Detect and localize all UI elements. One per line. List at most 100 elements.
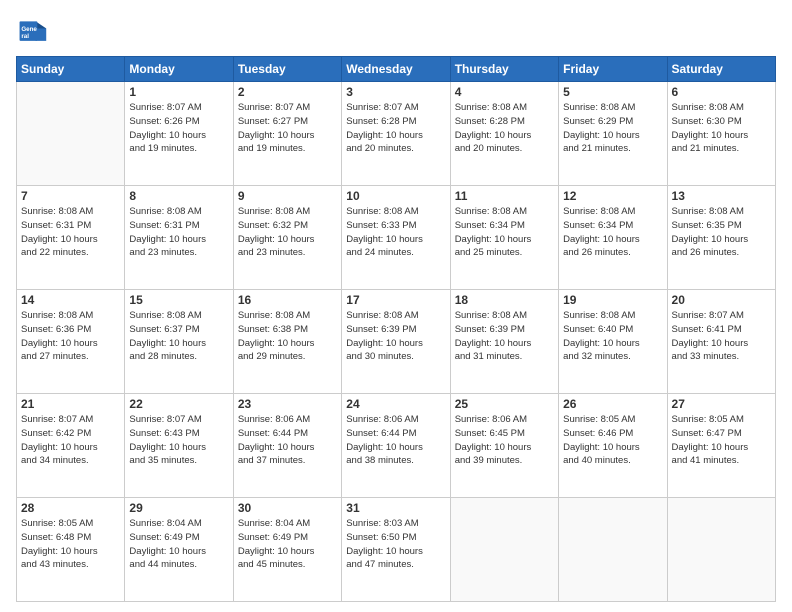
day-number: 26 <box>563 397 662 411</box>
day-number: 4 <box>455 85 554 99</box>
calendar-cell: 2 Sunrise: 8:07 AMSunset: 6:27 PMDaylight… <box>233 82 341 186</box>
day-info: Sunrise: 8:04 AMSunset: 6:49 PMDaylight:… <box>238 517 337 572</box>
day-info: Sunrise: 8:08 AMSunset: 6:34 PMDaylight:… <box>563 205 662 260</box>
calendar-cell: 21Sunrise: 8:07 AMSunset: 6:42 PMDayligh… <box>17 394 125 498</box>
day-info: Sunrise: 8:08 AMSunset: 6:36 PMDaylight:… <box>21 309 120 364</box>
day-info: Sunrise: 8:07 AMSunset: 6:43 PMDaylight:… <box>129 413 228 468</box>
day-number: 8 <box>129 189 228 203</box>
day-info: Sunrise: 8:08 AMSunset: 6:30 PMDaylight:… <box>672 101 771 156</box>
day-number: 7 <box>21 189 120 203</box>
calendar-week-row: 7 Sunrise: 8:08 AMSunset: 6:31 PMDaylight… <box>17 186 776 290</box>
day-info: Sunrise: 8:08 AMSunset: 6:28 PMDaylight:… <box>455 101 554 156</box>
day-info: Sunrise: 8:07 AMSunset: 6:42 PMDaylight:… <box>21 413 120 468</box>
calendar-table: SundayMondayTuesdayWednesdayThursdayFrid… <box>16 56 776 602</box>
day-info: Sunrise: 8:07 AMSunset: 6:26 PMDaylight:… <box>129 101 228 156</box>
day-info: Sunrise: 8:05 AMSunset: 6:46 PMDaylight:… <box>563 413 662 468</box>
day-info: Sunrise: 8:08 AMSunset: 6:39 PMDaylight:… <box>346 309 445 364</box>
calendar-cell: 5 Sunrise: 8:08 AMSunset: 6:29 PMDaylight… <box>559 82 667 186</box>
calendar-cell: 30 Sunrise: 8:04 AMSunset: 6:49 PMDayligh… <box>233 498 341 602</box>
calendar-cell: 27Sunrise: 8:05 AMSunset: 6:47 PMDayligh… <box>667 394 775 498</box>
day-info: Sunrise: 8:08 AMSunset: 6:32 PMDaylight:… <box>238 205 337 260</box>
calendar-cell: 16 Sunrise: 8:08 AMSunset: 6:38 PMDayligh… <box>233 290 341 394</box>
calendar-cell <box>450 498 558 602</box>
day-info: Sunrise: 8:05 AMSunset: 6:47 PMDaylight:… <box>672 413 771 468</box>
calendar-cell: 24Sunrise: 8:06 AMSunset: 6:44 PMDayligh… <box>342 394 450 498</box>
day-info: Sunrise: 8:08 AMSunset: 6:37 PMDaylight:… <box>129 309 228 364</box>
calendar-cell: 25Sunrise: 8:06 AMSunset: 6:45 PMDayligh… <box>450 394 558 498</box>
day-info: Sunrise: 8:07 AMSunset: 6:41 PMDaylight:… <box>672 309 771 364</box>
calendar-cell <box>667 498 775 602</box>
day-info: Sunrise: 8:08 AMSunset: 6:33 PMDaylight:… <box>346 205 445 260</box>
day-number: 17 <box>346 293 445 307</box>
calendar-cell: 23 Sunrise: 8:06 AMSunset: 6:44 PMDayligh… <box>233 394 341 498</box>
day-info: Sunrise: 8:08 AMSunset: 6:39 PMDaylight:… <box>455 309 554 364</box>
day-info: Sunrise: 8:08 AMSunset: 6:35 PMDaylight:… <box>672 205 771 260</box>
calendar-week-row: 1 Sunrise: 8:07 AMSunset: 6:26 PMDaylight… <box>17 82 776 186</box>
calendar-cell <box>17 82 125 186</box>
day-number: 1 <box>129 85 228 99</box>
day-number: 23 <box>238 397 337 411</box>
day-number: 14 <box>21 293 120 307</box>
calendar-header-saturday: Saturday <box>667 57 775 82</box>
logo-icon: Gene ral <box>16 16 48 48</box>
calendar-cell: 22Sunrise: 8:07 AMSunset: 6:43 PMDayligh… <box>125 394 233 498</box>
calendar-cell: 6Sunrise: 8:08 AMSunset: 6:30 PMDaylight… <box>667 82 775 186</box>
day-number: 20 <box>672 293 771 307</box>
calendar-cell: 29 Sunrise: 8:04 AMSunset: 6:49 PMDayligh… <box>125 498 233 602</box>
day-info: Sunrise: 8:04 AMSunset: 6:49 PMDaylight:… <box>129 517 228 572</box>
calendar-cell: 26 Sunrise: 8:05 AMSunset: 6:46 PMDayligh… <box>559 394 667 498</box>
calendar-cell: 1 Sunrise: 8:07 AMSunset: 6:26 PMDaylight… <box>125 82 233 186</box>
day-info: Sunrise: 8:06 AMSunset: 6:44 PMDaylight:… <box>238 413 337 468</box>
calendar-cell: 12 Sunrise: 8:08 AMSunset: 6:34 PMDayligh… <box>559 186 667 290</box>
calendar-cell: 10 Sunrise: 8:08 AMSunset: 6:33 PMDayligh… <box>342 186 450 290</box>
calendar-header-thursday: Thursday <box>450 57 558 82</box>
calendar-cell: 31Sunrise: 8:03 AMSunset: 6:50 PMDayligh… <box>342 498 450 602</box>
day-number: 16 <box>238 293 337 307</box>
calendar-cell: 20 Sunrise: 8:07 AMSunset: 6:41 PMDayligh… <box>667 290 775 394</box>
calendar-cell: 7 Sunrise: 8:08 AMSunset: 6:31 PMDaylight… <box>17 186 125 290</box>
day-info: Sunrise: 8:08 AMSunset: 6:29 PMDaylight:… <box>563 101 662 156</box>
day-number: 18 <box>455 293 554 307</box>
calendar-week-row: 14 Sunrise: 8:08 AMSunset: 6:36 PMDayligh… <box>17 290 776 394</box>
calendar-cell: 17 Sunrise: 8:08 AMSunset: 6:39 PMDayligh… <box>342 290 450 394</box>
day-number: 19 <box>563 293 662 307</box>
day-number: 29 <box>129 501 228 515</box>
day-number: 10 <box>346 189 445 203</box>
day-number: 11 <box>455 189 554 203</box>
calendar-cell: 19 Sunrise: 8:08 AMSunset: 6:40 PMDayligh… <box>559 290 667 394</box>
day-number: 5 <box>563 85 662 99</box>
day-info: Sunrise: 8:08 AMSunset: 6:40 PMDaylight:… <box>563 309 662 364</box>
calendar-header-sunday: Sunday <box>17 57 125 82</box>
day-number: 15 <box>129 293 228 307</box>
day-number: 30 <box>238 501 337 515</box>
day-info: Sunrise: 8:08 AMSunset: 6:38 PMDaylight:… <box>238 309 337 364</box>
day-info: Sunrise: 8:08 AMSunset: 6:31 PMDaylight:… <box>21 205 120 260</box>
calendar-header-tuesday: Tuesday <box>233 57 341 82</box>
calendar-header-friday: Friday <box>559 57 667 82</box>
calendar-cell: 28 Sunrise: 8:05 AMSunset: 6:48 PMDayligh… <box>17 498 125 602</box>
calendar-cell: 15 Sunrise: 8:08 AMSunset: 6:37 PMDayligh… <box>125 290 233 394</box>
day-info: Sunrise: 8:06 AMSunset: 6:45 PMDaylight:… <box>455 413 554 468</box>
day-number: 9 <box>238 189 337 203</box>
calendar-header-monday: Monday <box>125 57 233 82</box>
calendar-cell <box>559 498 667 602</box>
calendar-cell: 11Sunrise: 8:08 AMSunset: 6:34 PMDayligh… <box>450 186 558 290</box>
day-number: 2 <box>238 85 337 99</box>
calendar-header-wednesday: Wednesday <box>342 57 450 82</box>
day-number: 31 <box>346 501 445 515</box>
day-number: 13 <box>672 189 771 203</box>
calendar-cell: 14 Sunrise: 8:08 AMSunset: 6:36 PMDayligh… <box>17 290 125 394</box>
day-info: Sunrise: 8:08 AMSunset: 6:31 PMDaylight:… <box>129 205 228 260</box>
calendar-week-row: 28 Sunrise: 8:05 AMSunset: 6:48 PMDayligh… <box>17 498 776 602</box>
svg-text:Gene: Gene <box>21 26 37 33</box>
day-number: 12 <box>563 189 662 203</box>
calendar-cell: 4 Sunrise: 8:08 AMSunset: 6:28 PMDaylight… <box>450 82 558 186</box>
day-info: Sunrise: 8:07 AMSunset: 6:27 PMDaylight:… <box>238 101 337 156</box>
day-info: Sunrise: 8:06 AMSunset: 6:44 PMDaylight:… <box>346 413 445 468</box>
day-number: 28 <box>21 501 120 515</box>
calendar-cell: 18 Sunrise: 8:08 AMSunset: 6:39 PMDayligh… <box>450 290 558 394</box>
day-info: Sunrise: 8:05 AMSunset: 6:48 PMDaylight:… <box>21 517 120 572</box>
header: Gene ral <box>16 16 776 48</box>
day-number: 3 <box>346 85 445 99</box>
calendar-header-row: SundayMondayTuesdayWednesdayThursdayFrid… <box>17 57 776 82</box>
